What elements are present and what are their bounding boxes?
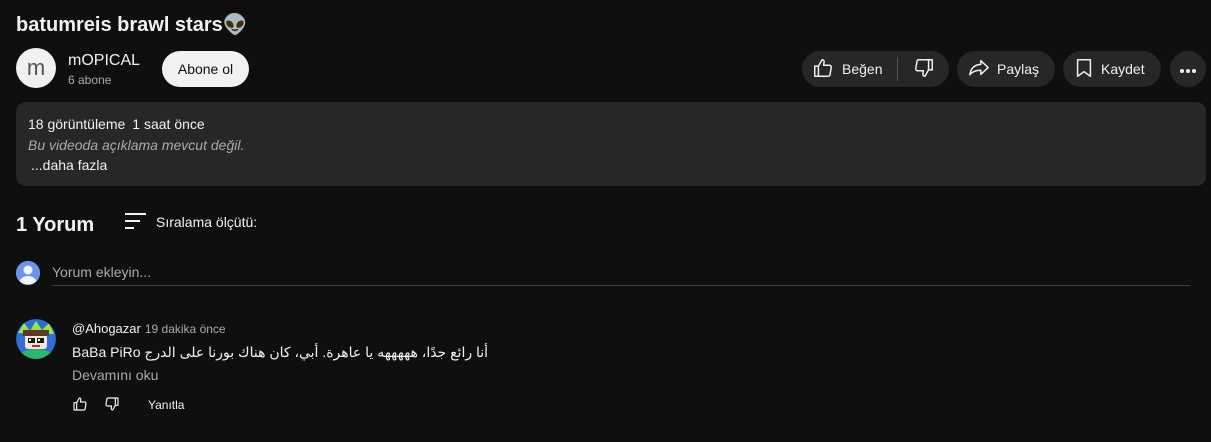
upload-time: 1 saat önce [132,116,205,132]
like-dislike-group: Beğen [802,51,949,87]
save-icon [1073,57,1101,82]
dislike-button[interactable] [898,51,949,87]
save-button[interactable]: Kaydet [1063,51,1161,87]
dislike-icon [104,396,120,417]
sort-icon [124,211,156,234]
view-count: 18 görüntüleme [28,116,126,132]
share-icon [967,57,997,82]
subscribe-button[interactable]: Abone ol [162,51,249,87]
commenter-avatar[interactable] [16,319,56,359]
read-more-link[interactable]: Devamını oku [72,367,158,383]
show-more-link[interactable]: ...daha fazla [31,157,107,173]
comment-time[interactable]: 19 dakika önce [145,322,226,336]
reply-button[interactable]: Yanıtla [148,398,184,412]
more-icon [1179,61,1197,77]
comment-dislike-button[interactable] [102,396,122,416]
like-label: Beğen [842,61,883,77]
subscriber-count: 6 abone [68,73,112,87]
comment-header: @Ahogazar 19 dakika önce [72,321,226,336]
like-button[interactable]: Beğen [802,51,897,87]
no-description-text: Bu videoda açıklama mevcut değil. [28,137,245,153]
share-button[interactable]: Paylaş [957,51,1055,87]
save-label: Kaydet [1101,61,1145,77]
comment-text: BaBa PiRo أنا رائع جدًا، هههههه يا عاهرة… [72,344,489,360]
channel-avatar[interactable]: m [16,48,56,88]
sort-button[interactable]: Sıralama ölçütü: [124,210,257,234]
more-actions-button[interactable] [1170,51,1206,87]
video-meta: 18 görüntüleme 1 saat önce [28,116,205,132]
description-box[interactable]: 18 görüntüleme 1 saat önce Bu videoda açı… [16,102,1206,186]
sort-label: Sıralama ölçütü: [156,214,258,230]
comment-author[interactable]: @Ahogazar [72,321,141,336]
add-comment-input[interactable]: Yorum ekleyin... [52,261,1190,286]
like-icon [812,57,842,82]
share-label: Paylaş [997,61,1040,77]
user-avatar-icon [16,261,40,285]
comments-count: 1 Yorum [16,214,95,236]
like-icon [72,396,88,417]
channel-name[interactable]: mOPICAL [68,51,140,71]
video-title: batumreis brawl stars👽 [16,14,248,36]
comment-like-button[interactable] [70,396,90,416]
dislike-icon [913,57,935,82]
